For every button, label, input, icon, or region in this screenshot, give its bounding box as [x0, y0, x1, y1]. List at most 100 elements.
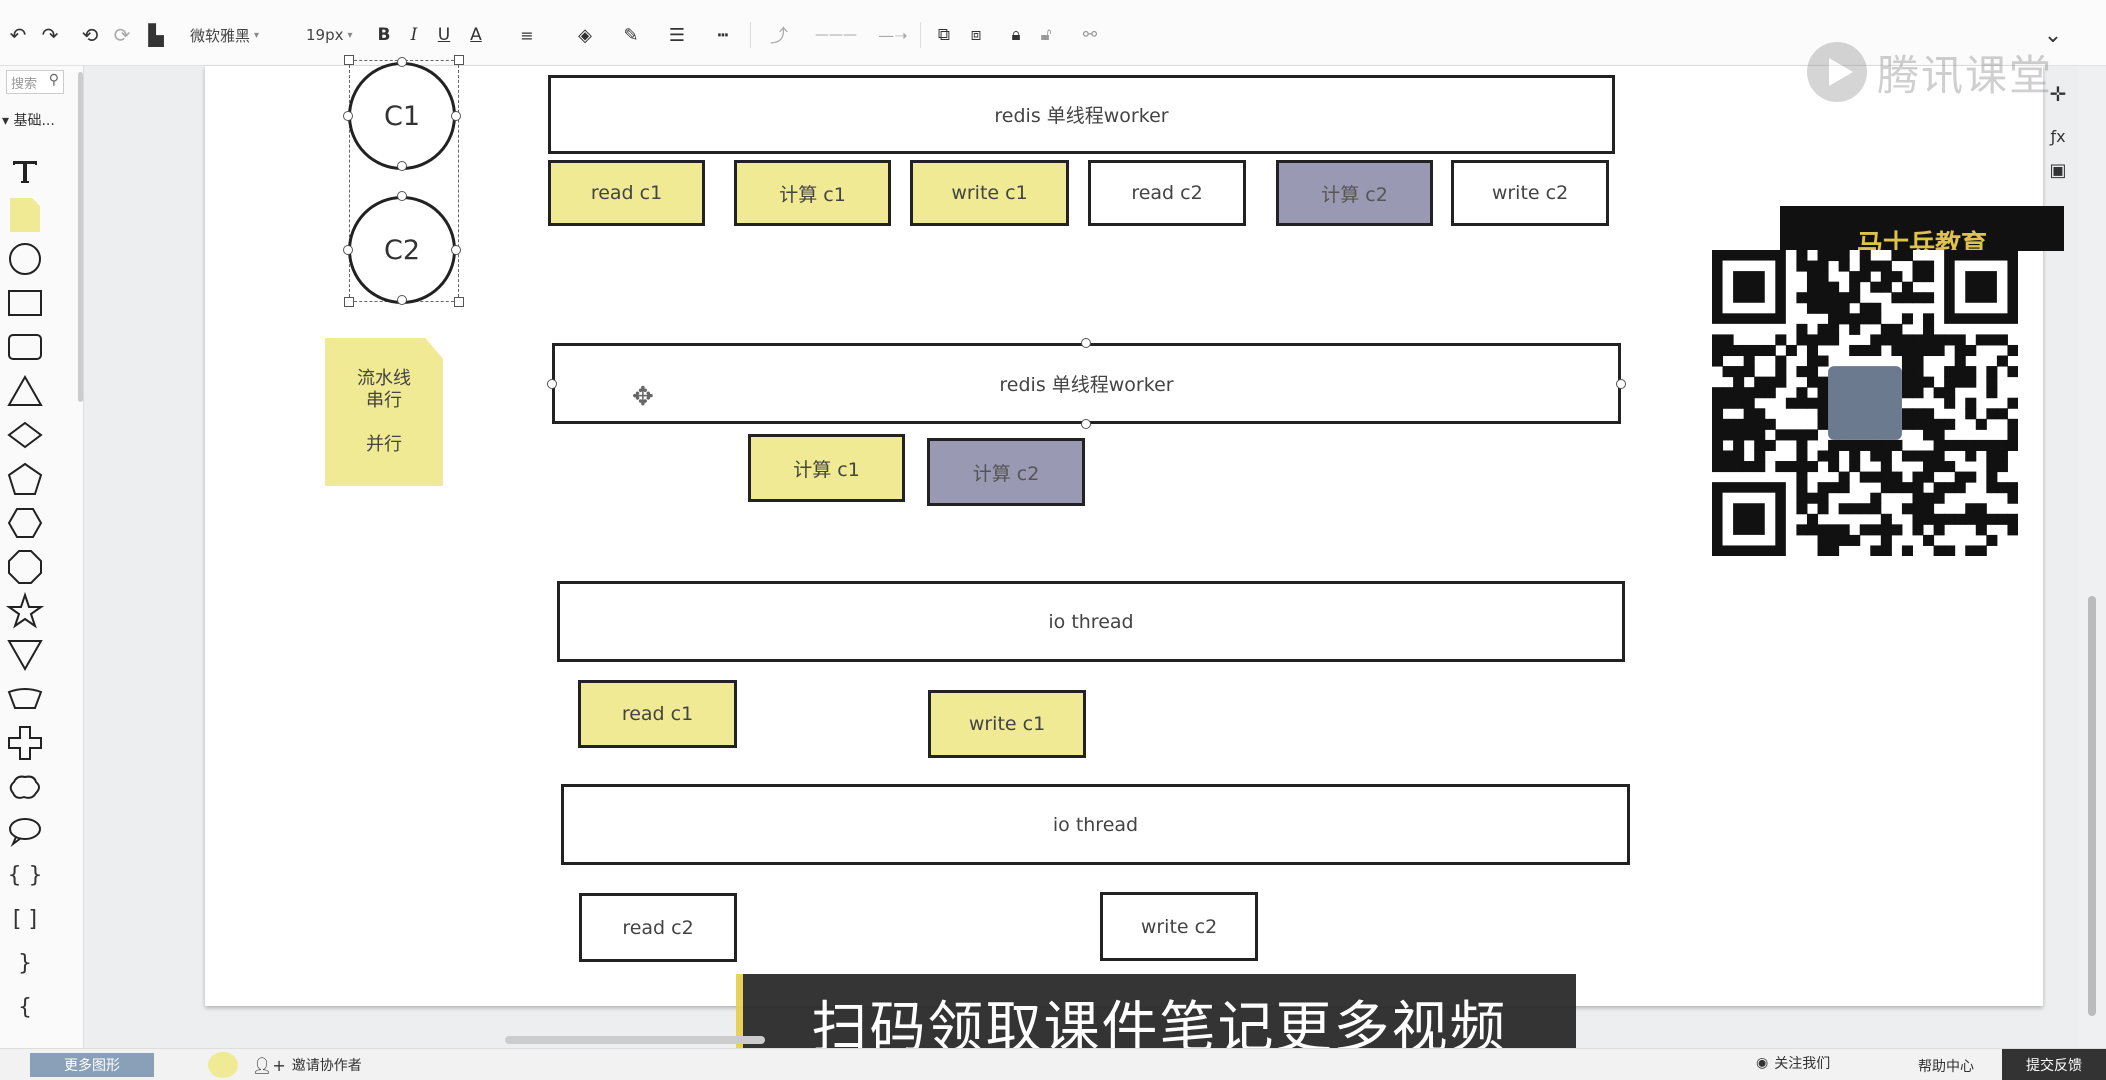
- line-style-icon[interactable]: ┅: [706, 22, 740, 48]
- hexagon-shape-icon[interactable]: [6, 504, 44, 542]
- underline-button[interactable]: U: [434, 22, 454, 48]
- write-c2-box[interactable]: write c2: [1451, 160, 1609, 226]
- font-size-select[interactable]: 19px ▾: [306, 22, 362, 48]
- weibo-icon: ◉: [1756, 1055, 1769, 1071]
- connection-point[interactable]: [547, 379, 557, 389]
- braces-shape-icon[interactable]: { }: [6, 856, 44, 894]
- invite-collaborator-button[interactable]: 👤︎+ 邀请协作者: [252, 1055, 362, 1075]
- lock-icon[interactable]: 🔒︎: [1004, 22, 1028, 48]
- undo-icon[interactable]: ↶: [4, 22, 32, 48]
- unlock-icon[interactable]: 🔓︎: [1034, 22, 1058, 48]
- redis-worker-box[interactable]: redis 单线程worker: [548, 75, 1615, 154]
- brackets-shape-icon[interactable]: [ ]: [6, 900, 44, 938]
- canvas-vertical-scrollbar[interactable]: [2088, 66, 2098, 1016]
- font-family-select[interactable]: 微软雅黑 ▾: [190, 22, 290, 48]
- read-c1-box[interactable]: read c1: [548, 160, 705, 226]
- calendar-icon[interactable]: ▣: [2044, 156, 2072, 184]
- read-c1-box[interactable]: read c1: [578, 680, 737, 748]
- circle-c2[interactable]: C2: [348, 196, 456, 304]
- sticky-note[interactable]: 流水线 串行 并行: [325, 338, 443, 486]
- compute-c2-box[interactable]: 计算 c2: [927, 438, 1085, 506]
- resize-handle[interactable]: [344, 55, 354, 65]
- font-color-button[interactable]: A: [464, 22, 488, 48]
- link-icon[interactable]: ⚯: [1076, 22, 1104, 48]
- compute-c1-box[interactable]: 计算 c1: [748, 434, 905, 502]
- cross-shape-icon[interactable]: [6, 724, 44, 762]
- connection-point[interactable]: [1081, 338, 1091, 348]
- line-color-icon[interactable]: ✎: [614, 22, 648, 48]
- line-type-icon[interactable]: ———: [806, 22, 866, 48]
- qr-code[interactable]: [1712, 250, 2019, 557]
- cloud-shape-icon[interactable]: [6, 768, 44, 806]
- redo-arrow-icon[interactable]: ⟳: [110, 22, 134, 48]
- connection-point[interactable]: [451, 111, 461, 121]
- format-painter-icon[interactable]: ▙: [144, 22, 168, 48]
- italic-button[interactable]: I: [404, 22, 424, 48]
- rectangle-shape-icon[interactable]: [6, 284, 44, 322]
- line-width-icon[interactable]: ☰: [660, 22, 694, 48]
- connector-style-icon[interactable]: ⤴: [762, 22, 796, 48]
- connection-point[interactable]: [397, 57, 407, 67]
- section-basic-toggle[interactable]: ▾ 基础...: [2, 110, 55, 130]
- collaborator-avatar[interactable]: [208, 1052, 238, 1078]
- write-c1-box[interactable]: write c1: [910, 160, 1069, 226]
- connection-point[interactable]: [343, 245, 353, 255]
- note-line: 流水线: [357, 368, 411, 389]
- write-c2-box[interactable]: write c2: [1100, 892, 1258, 961]
- panel-scrollbar[interactable]: [78, 72, 83, 402]
- redo-icon[interactable]: ↷: [36, 22, 64, 48]
- more-shapes-button[interactable]: 更多图形: [30, 1053, 154, 1077]
- text-shape-icon[interactable]: [6, 152, 44, 190]
- circle-shape-icon[interactable]: [6, 240, 44, 278]
- write-c1-box[interactable]: write c1: [928, 690, 1086, 758]
- trapezoid-shape-icon[interactable]: [6, 680, 44, 718]
- io-thread-box[interactable]: io thread: [561, 784, 1630, 865]
- add-point-icon[interactable]: ✛: [2044, 80, 2072, 108]
- ellipse-callout-shape-icon[interactable]: [6, 812, 44, 850]
- rounded-rectangle-shape-icon[interactable]: [6, 328, 44, 366]
- read-c2-box[interactable]: read c2: [579, 893, 737, 962]
- play-logo-icon: [1807, 42, 1867, 102]
- fill-color-icon[interactable]: ◈: [568, 22, 602, 48]
- formula-icon[interactable]: ƒx: [2044, 122, 2072, 150]
- resize-handle[interactable]: [344, 297, 354, 307]
- undo-arrow-icon[interactable]: ⟲: [78, 22, 102, 48]
- connection-point[interactable]: [451, 245, 461, 255]
- align-icon[interactable]: ≡: [512, 22, 542, 48]
- note-line: 并行: [366, 434, 402, 455]
- feedback-button[interactable]: 提交反馈: [2002, 1049, 2106, 1080]
- send-back-icon[interactable]: ⧈: [964, 22, 988, 48]
- compute-c1-box[interactable]: 计算 c1: [734, 160, 891, 226]
- pentagon-shape-icon[interactable]: [6, 460, 44, 498]
- inverted-triangle-shape-icon[interactable]: [6, 636, 44, 674]
- bold-button[interactable]: B: [374, 22, 394, 48]
- connection-point[interactable]: [343, 111, 353, 121]
- compute-c2-box[interactable]: 计算 c2: [1276, 160, 1433, 226]
- connection-point[interactable]: [1616, 379, 1626, 389]
- promo-banner: 马士兵教育: [1780, 206, 2064, 251]
- diamond-shape-icon[interactable]: [6, 416, 44, 454]
- connection-point[interactable]: [397, 161, 407, 171]
- connection-point[interactable]: [397, 191, 407, 201]
- bottom-bar: 更多图形 👤︎+ 邀请协作者 ◉ 关注我们 帮助中心 提交反馈: [0, 1048, 2106, 1080]
- redis-worker-box-selected[interactable]: redis 单线程worker: [552, 343, 1621, 424]
- resize-handle[interactable]: [454, 297, 464, 307]
- triangle-shape-icon[interactable]: [6, 372, 44, 410]
- io-thread-box[interactable]: io thread: [557, 581, 1625, 662]
- left-brace-shape-icon[interactable]: {: [6, 988, 44, 1026]
- right-brace-shape-icon[interactable]: }: [6, 944, 44, 982]
- note-shape-icon[interactable]: [6, 196, 44, 234]
- bring-front-icon[interactable]: ⧉: [932, 22, 956, 48]
- circle-c1[interactable]: C1: [348, 62, 456, 170]
- star-shape-icon[interactable]: [5, 591, 45, 630]
- follow-us-button[interactable]: ◉ 关注我们: [1756, 1053, 1830, 1073]
- resize-handle[interactable]: [454, 55, 464, 65]
- octagon-shape-icon[interactable]: [6, 548, 44, 586]
- read-c2-box[interactable]: read c2: [1088, 160, 1246, 226]
- canvas-horizontal-scrollbar[interactable]: [505, 1036, 765, 1044]
- connection-point[interactable]: [1081, 419, 1091, 429]
- connection-point[interactable]: [397, 295, 407, 305]
- help-center-link[interactable]: 帮助中心: [1918, 1056, 1974, 1076]
- shape-search-input[interactable]: 搜索 ⚲: [6, 70, 64, 94]
- arrow-style-icon[interactable]: —➝: [868, 22, 918, 48]
